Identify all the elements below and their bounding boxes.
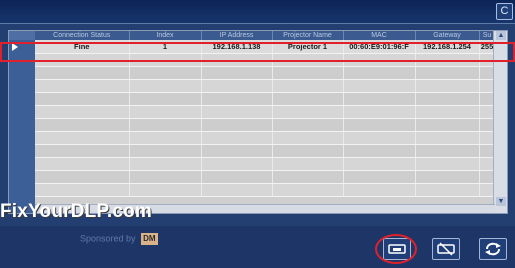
- grid-cell[interactable]: [129, 144, 202, 158]
- projector-disconnect-icon: [437, 242, 455, 256]
- grid-cell[interactable]: [415, 66, 480, 80]
- table-row[interactable]: [35, 105, 496, 119]
- grid-cell[interactable]: [129, 105, 202, 119]
- grid-cell[interactable]: [272, 105, 344, 119]
- grid-cell[interactable]: [343, 157, 416, 171]
- sponsor-line: Sponsored by DM: [80, 233, 158, 245]
- column-header-mac[interactable]: MAC: [343, 31, 416, 40]
- grid-cell[interactable]: [343, 183, 416, 197]
- table-row[interactable]: [35, 170, 496, 184]
- table-row[interactable]: [35, 144, 496, 158]
- grid-corner: [9, 31, 35, 40]
- grid-cell[interactable]: [415, 157, 480, 171]
- window-control-button[interactable]: C: [496, 3, 513, 20]
- grid-cell[interactable]: [415, 170, 480, 184]
- watermark-text: FixYourDLP.com: [0, 201, 153, 222]
- grid-cell[interactable]: [35, 144, 130, 158]
- grid-cell[interactable]: [415, 105, 480, 119]
- connect-button-highlight: [375, 234, 417, 264]
- grid-cell[interactable]: [35, 157, 130, 171]
- column-header-connection-status[interactable]: Connection Status: [35, 31, 130, 40]
- grid-cell[interactable]: [343, 118, 416, 132]
- column-header-gateway[interactable]: Gateway: [415, 31, 480, 40]
- sponsor-logo: DM: [141, 233, 158, 245]
- table-row[interactable]: [35, 157, 496, 171]
- grid-cell[interactable]: [35, 183, 130, 197]
- grid-cell[interactable]: [415, 183, 480, 197]
- grid-cell[interactable]: [129, 157, 202, 171]
- grid-cell[interactable]: [201, 118, 273, 132]
- grid-cell[interactable]: [343, 66, 416, 80]
- grid-cell[interactable]: [272, 183, 344, 197]
- column-header-projector-name[interactable]: Projector Name: [272, 31, 344, 40]
- grid-cell[interactable]: [343, 92, 416, 106]
- grid-cell[interactable]: [415, 118, 480, 132]
- grid-cell[interactable]: [201, 131, 273, 145]
- grid-cell[interactable]: [415, 92, 480, 106]
- grid-cell[interactable]: [35, 105, 130, 119]
- grid-cell[interactable]: [272, 170, 344, 184]
- table-row[interactable]: [35, 79, 496, 93]
- grid-cell[interactable]: [129, 170, 202, 184]
- grid-cell[interactable]: [201, 157, 273, 171]
- grid-cell[interactable]: [129, 131, 202, 145]
- grid-cell[interactable]: [35, 92, 130, 106]
- grid-cell[interactable]: [201, 144, 273, 158]
- grid-cell[interactable]: [272, 66, 344, 80]
- grid-header-row: Connection Status Index IP Address Proje…: [35, 31, 496, 40]
- sponsor-label: Sponsored by: [80, 233, 136, 244]
- grid-cell[interactable]: [343, 105, 416, 119]
- table-row[interactable]: [35, 118, 496, 132]
- disconnect-button[interactable]: [432, 238, 460, 260]
- grid-cell[interactable]: [272, 92, 344, 106]
- grid-cell[interactable]: [35, 131, 130, 145]
- table-row[interactable]: [35, 131, 496, 145]
- grid-cell[interactable]: [35, 66, 130, 80]
- grid-cell[interactable]: [201, 66, 273, 80]
- grid-cell[interactable]: [35, 118, 130, 132]
- grid-cell[interactable]: [343, 170, 416, 184]
- grid-cell[interactable]: [35, 79, 130, 93]
- grid-cell[interactable]: [343, 144, 416, 158]
- bottom-toolbar: Sponsored by DM: [0, 226, 515, 268]
- grid-cell[interactable]: [129, 66, 202, 80]
- grid-cell[interactable]: [272, 157, 344, 171]
- table-row[interactable]: [35, 92, 496, 106]
- grid-cell[interactable]: [272, 79, 344, 93]
- refresh-button[interactable]: [479, 238, 507, 260]
- grid-cell[interactable]: [35, 170, 130, 184]
- grid-cell[interactable]: [129, 183, 202, 197]
- grid-cell[interactable]: [201, 183, 273, 197]
- scroll-up-icon[interactable]: ▲: [496, 31, 506, 40]
- selected-row-highlight: [0, 42, 515, 62]
- grid-cell[interactable]: [272, 118, 344, 132]
- app-window: C Connection Status Index IP Address Pro…: [0, 0, 515, 268]
- grid-cell[interactable]: [272, 131, 344, 145]
- grid-cell[interactable]: [343, 131, 416, 145]
- grid-cell[interactable]: [129, 79, 202, 93]
- grid-cell[interactable]: [201, 105, 273, 119]
- grid-cell[interactable]: [129, 118, 202, 132]
- column-header-ip-address[interactable]: IP Address: [201, 31, 273, 40]
- grid-cell[interactable]: [201, 79, 273, 93]
- grid-cell[interactable]: [415, 79, 480, 93]
- grid-cell[interactable]: [129, 92, 202, 106]
- grid-cell[interactable]: [343, 79, 416, 93]
- grid-cell[interactable]: [201, 170, 273, 184]
- grid-cell[interactable]: [415, 144, 480, 158]
- grid-cell[interactable]: [415, 131, 480, 145]
- column-header-index[interactable]: Index: [129, 31, 202, 40]
- grid-cell[interactable]: [272, 144, 344, 158]
- scroll-down-icon[interactable]: ▼: [496, 197, 506, 206]
- table-row[interactable]: [35, 66, 496, 80]
- table-row[interactable]: [35, 183, 496, 197]
- refresh-icon: [485, 242, 501, 256]
- grid-cell[interactable]: [201, 92, 273, 106]
- title-bar: C: [0, 0, 515, 24]
